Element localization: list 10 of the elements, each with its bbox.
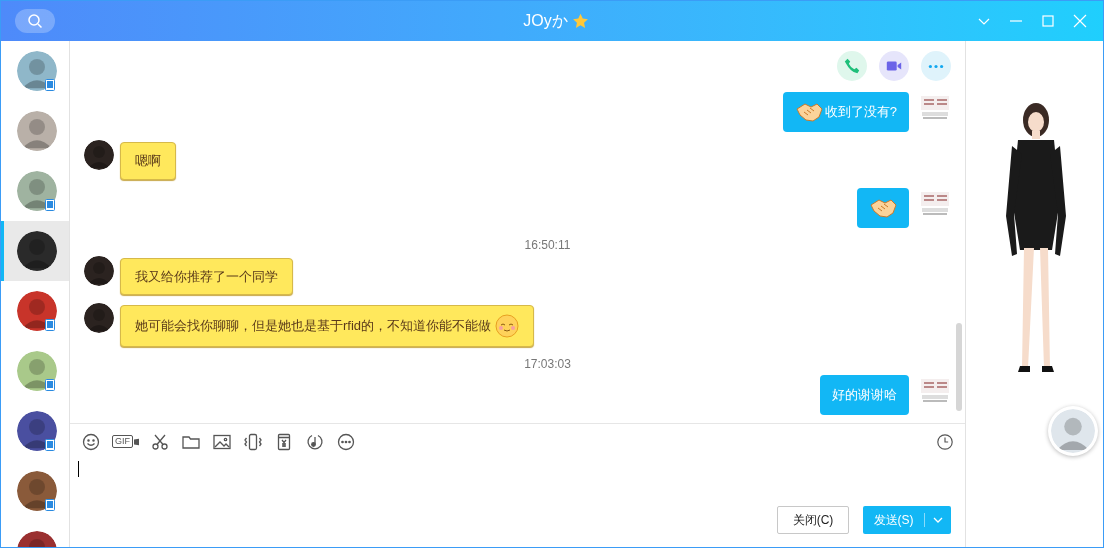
message-text: 嗯啊	[135, 152, 161, 170]
window-title: JOyか	[523, 11, 568, 31]
timestamp: 17:03:03	[524, 356, 571, 373]
message-text: 好的谢谢哈	[832, 386, 897, 405]
timestamp: 16:50:11	[524, 236, 571, 254]
close-chat-button[interactable]: 关闭(C)	[777, 506, 849, 534]
message-text: 收到了没有?	[824, 103, 897, 122]
message-text: 我又给你推荐了一个同学	[135, 267, 278, 286]
message-text: 她可能会找你聊聊，但是她也是基于rfid的，不知道你能不能做	[135, 317, 492, 336]
message-input[interactable]: 关闭(C) 发送(S)	[70, 459, 965, 547]
